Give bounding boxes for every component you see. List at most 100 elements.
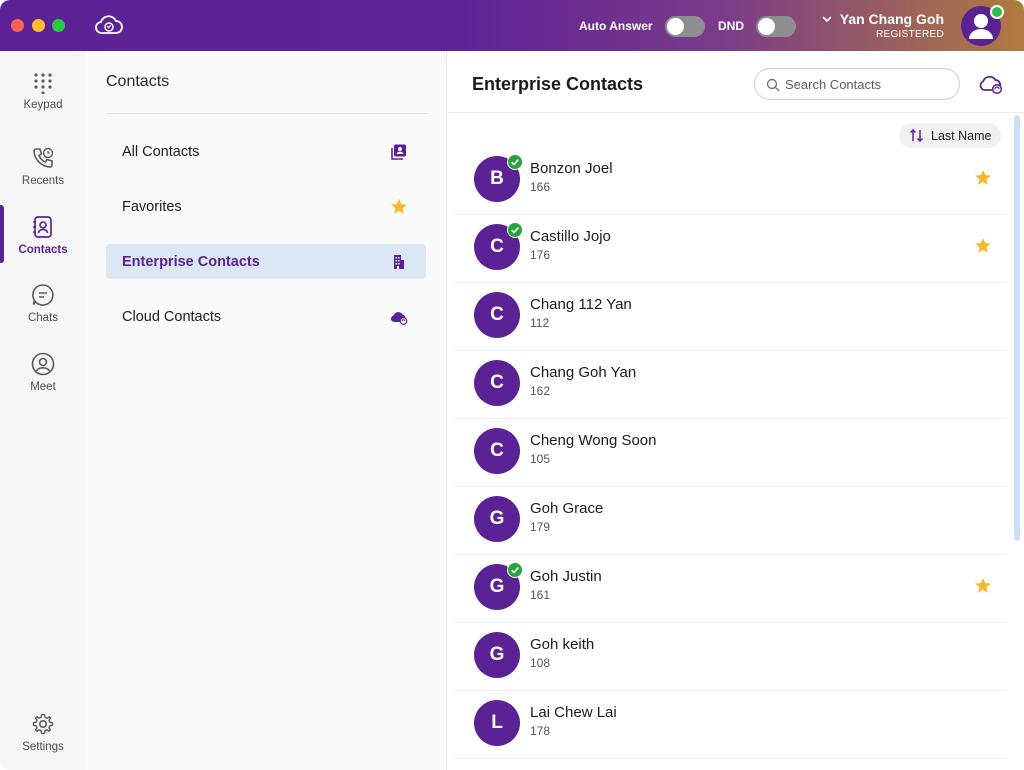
contact-extension: 162 — [530, 384, 551, 398]
user-menu[interactable]: Yan Chang Goh REGISTERED — [822, 11, 944, 40]
chat-bubble-icon — [32, 283, 54, 306]
close-window-button[interactable] — [11, 19, 24, 32]
contact-name: Castillo Jojo — [530, 228, 611, 245]
person-circle-icon — [31, 352, 55, 375]
toggle-knob — [758, 17, 775, 35]
favorite-star-icon[interactable] — [974, 577, 992, 595]
phone-clock-icon — [33, 147, 54, 168]
contact-extension: 166 — [530, 180, 551, 194]
contact-avatar: C — [474, 292, 520, 338]
contact-extension: 108 — [530, 656, 551, 670]
contact-extension: 176 — [530, 248, 551, 262]
contact-name: Goh Justin — [530, 568, 602, 585]
search-icon — [766, 78, 780, 92]
app-window: Auto Answer DND Yan Chang Goh REGISTERED — [0, 0, 1024, 770]
title-bar: Auto Answer DND Yan Chang Goh REGISTERED — [0, 0, 1024, 51]
cloud-sync-icon[interactable] — [978, 71, 1004, 97]
contact-extension: 105 — [530, 452, 551, 466]
contact-extension: 178 — [530, 724, 551, 738]
sort-button[interactable]: Last Name — [899, 123, 1002, 148]
search-placeholder: Search Contacts — [785, 76, 882, 92]
contact-row[interactable]: C Chang 112 Yan 112 — [454, 283, 1006, 351]
divider — [106, 113, 428, 114]
contact-name: Cheng Wong Soon — [530, 432, 657, 449]
nav-chats[interactable]: Chats — [0, 273, 86, 333]
nav-label: Settings — [22, 740, 64, 753]
contact-name: Lai Chew Lai — [530, 704, 617, 721]
contact-name: Bonzon Joel — [530, 160, 613, 177]
maximize-window-button[interactable] — [52, 19, 65, 32]
contacts-book-icon — [33, 215, 52, 238]
nav-settings[interactable]: Settings — [0, 702, 86, 762]
contact-row[interactable]: C Cheng Wong Soon 105 — [454, 419, 1006, 487]
nav-label: Chats — [27, 311, 59, 324]
contact-row[interactable]: G Goh keith 108 — [454, 623, 1006, 691]
favorite-star-icon[interactable] — [974, 237, 992, 255]
category-label: All Contacts — [122, 143, 200, 160]
nav-rail: Keypad Recents Contacts Chats Meet Setti… — [0, 51, 86, 770]
nav-label: Keypad — [23, 98, 63, 111]
auto-answer-toggle[interactable] — [664, 15, 705, 37]
star-icon — [391, 199, 407, 214]
contacts-panel: Contacts All Contacts Favorites Enterpri… — [86, 51, 447, 770]
toggle-knob — [666, 17, 684, 35]
dnd-label: DND — [718, 19, 744, 33]
category-enterprise-contacts[interactable]: Enterprise Contacts — [106, 244, 426, 279]
dnd-group: DND — [718, 15, 796, 37]
contact-row[interactable]: G Goh Grace 179 — [454, 487, 1006, 555]
chevron-down-icon — [822, 15, 832, 22]
contact-row[interactable]: G Goh Justin 161 — [454, 555, 1006, 623]
building-icon — [394, 255, 404, 269]
enterprise-contacts-view: Enterprise Contacts Search Contacts Last… — [448, 51, 1024, 770]
sort-arrows-icon — [909, 128, 924, 143]
contact-name: Goh keith — [530, 636, 595, 653]
search-input[interactable]: Search Contacts — [754, 68, 960, 100]
contacts-list-icon — [391, 144, 406, 160]
scrollbar[interactable] — [1014, 115, 1020, 541]
category-label: Enterprise Contacts — [122, 253, 260, 270]
category-label: Favorites — [122, 198, 182, 215]
contact-row[interactable]: C Castillo Jojo 176 — [454, 215, 1006, 283]
contact-avatar: L — [474, 700, 520, 746]
nav-label: Contacts — [18, 243, 68, 256]
user-name-row: Yan Chang Goh — [822, 11, 944, 27]
contact-row[interactable]: L Lai Chew Lai 178 — [454, 691, 1006, 759]
keypad-icon — [34, 72, 52, 94]
nav-meet[interactable]: Meet — [0, 342, 86, 402]
contact-row[interactable]: C Chang Goh Yan 162 — [454, 351, 1006, 419]
panel-title: Contacts — [106, 73, 170, 90]
divider — [448, 112, 1024, 113]
minimize-window-button[interactable] — [32, 19, 45, 32]
registration-status: REGISTERED — [875, 29, 944, 40]
online-check-icon — [507, 222, 523, 238]
contact-avatar: G — [474, 632, 520, 678]
contact-extension: 161 — [530, 588, 551, 602]
category-all-contacts[interactable]: All Contacts — [106, 134, 426, 169]
contact-avatar: C — [474, 428, 520, 474]
contact-name: Chang 112 Yan — [530, 296, 632, 313]
nav-recents[interactable]: Recents — [0, 136, 86, 196]
app-logo-icon — [95, 15, 123, 34]
category-favorites[interactable]: Favorites — [106, 189, 426, 224]
contact-extension: 112 — [530, 316, 550, 330]
contact-name: Goh Grace — [530, 500, 604, 517]
category-label: Cloud Contacts — [122, 308, 222, 325]
auto-answer-label: Auto Answer — [579, 19, 653, 33]
category-cloud-contacts[interactable]: Cloud Contacts — [106, 299, 426, 334]
contact-row[interactable]: B Bonzon Joel 166 — [454, 147, 1006, 215]
nav-keypad[interactable]: Keypad — [0, 61, 86, 121]
contact-avatar: C — [474, 360, 520, 406]
dnd-toggle[interactable] — [756, 15, 796, 37]
contact-avatar: G — [474, 496, 520, 542]
cloud-sync-icon — [390, 312, 408, 325]
gear-icon — [32, 713, 54, 734]
favorite-star-icon[interactable] — [974, 169, 992, 187]
view-title: Enterprise Contacts — [472, 74, 644, 94]
contact-name: Chang Goh Yan — [530, 364, 637, 381]
contact-extension: 179 — [530, 520, 551, 534]
nav-contacts[interactable]: Contacts — [0, 205, 86, 265]
online-check-icon — [507, 562, 523, 578]
user-name: Yan Chang Goh — [839, 11, 944, 27]
sort-label: Last Name — [931, 128, 992, 143]
auto-answer-group: Auto Answer — [579, 15, 705, 37]
